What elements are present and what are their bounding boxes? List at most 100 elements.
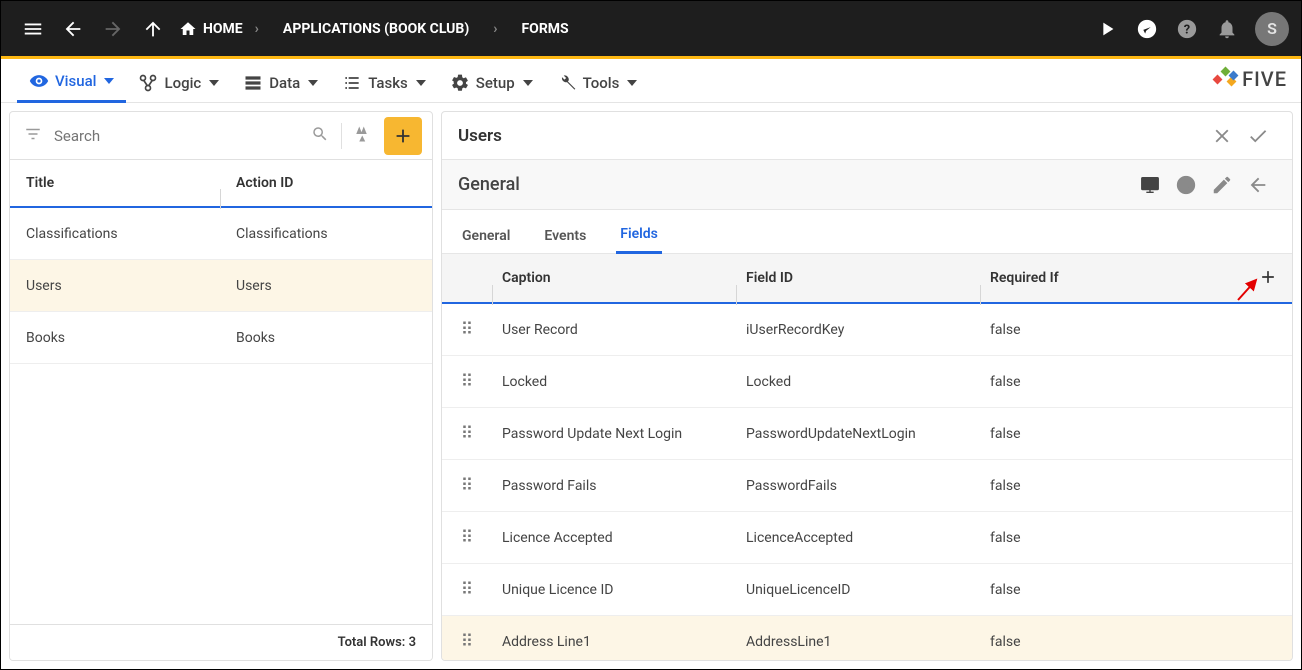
drag-handle-icon[interactable] [460, 424, 474, 444]
list-item[interactable]: UsersUsers [10, 260, 432, 312]
cell-required-if: false [980, 478, 1292, 494]
col-field-id[interactable]: Field ID [736, 270, 980, 286]
fields-body[interactable]: User RecordiUserRecordKeyfalseLockedLock… [442, 304, 1292, 660]
home-icon[interactable]: HOME [173, 20, 243, 38]
menubar: Visual Logic Data Tasks Setup Tools FIVE [1, 59, 1301, 103]
brand-text: FIVE [1242, 67, 1287, 91]
cell-caption: User Record [492, 322, 736, 338]
cell-caption: Password Fails [492, 478, 736, 494]
field-row[interactable]: Password FailsPasswordFailsfalse [442, 460, 1292, 512]
brand-logo [1214, 68, 1236, 90]
field-row[interactable]: Licence AcceptedLicenceAcceptedfalse [442, 512, 1292, 564]
menu-icon[interactable] [13, 9, 53, 49]
cell-field-id: AddressLine1 [736, 634, 980, 650]
cell-field-id: PasswordFails [736, 478, 980, 494]
cell-caption: Address Line1 [492, 634, 736, 650]
cell-field-id: PasswordUpdateNextLogin [736, 426, 980, 442]
breadcrumb-page[interactable]: FORMS [509, 21, 580, 37]
col-caption[interactable]: Caption [492, 270, 736, 286]
collapse-icon[interactable] [1240, 167, 1276, 203]
footer-count: 3 [409, 635, 416, 650]
menu-tasks-label: Tasks [368, 74, 408, 92]
field-row[interactable]: Address Line1AddressLine1false [442, 616, 1292, 660]
chevron-right-icon: › [243, 21, 271, 37]
field-row[interactable]: Password Update Next LoginPasswordUpdate… [442, 408, 1292, 460]
cell-required-if: false [980, 374, 1292, 390]
menu-tools-label: Tools [583, 74, 620, 92]
field-row[interactable]: User RecordiUserRecordKeyfalse [442, 304, 1292, 356]
run-icon[interactable] [1087, 9, 1127, 49]
menu-setup[interactable]: Setup [438, 63, 545, 102]
cell-caption: Licence Accepted [492, 530, 736, 546]
tab-general[interactable]: General [458, 218, 514, 253]
cell-required-if: false [980, 582, 1292, 598]
wizard-icon[interactable] [350, 121, 376, 151]
cell-field-id: iUserRecordKey [736, 322, 980, 338]
cell-field-id: UniqueLicenceID [736, 582, 980, 598]
history-icon[interactable] [1168, 167, 1204, 203]
list-item[interactable]: ClassificationsClassifications [10, 208, 432, 260]
menu-logic-label: Logic [164, 74, 201, 92]
menu-visual-label: Visual [55, 72, 96, 90]
menu-setup-label: Setup [476, 74, 515, 92]
back-icon[interactable] [53, 9, 93, 49]
form-detail-panel: Users General General Events Fields Capt… [441, 111, 1293, 661]
cell-caption: Password Update Next Login [492, 426, 736, 442]
col-required-if[interactable]: Required If [980, 270, 1292, 286]
drag-handle-icon[interactable] [460, 320, 474, 340]
help-icon[interactable]: ? [1167, 9, 1207, 49]
add-field-button[interactable] [1258, 267, 1278, 291]
forms-list-panel: Title Action ID ClassificationsClassific… [9, 111, 433, 661]
field-row[interactable]: Unique Licence IDUniqueLicenceIDfalse [442, 564, 1292, 616]
cell-action-id: Books [220, 330, 432, 346]
col-title[interactable]: Title [10, 175, 220, 191]
tab-events[interactable]: Events [540, 218, 590, 253]
cell-required-if: false [980, 634, 1292, 650]
cell-required-if: false [980, 426, 1292, 442]
menu-tasks[interactable]: Tasks [330, 63, 438, 102]
tab-fields[interactable]: Fields [616, 216, 662, 254]
drag-handle-icon[interactable] [460, 476, 474, 496]
save-icon[interactable] [1240, 118, 1276, 154]
bell-icon[interactable] [1207, 9, 1247, 49]
cell-required-if: false [980, 530, 1292, 546]
avatar-initial: S [1267, 19, 1277, 38]
menu-logic[interactable]: Logic [126, 63, 231, 102]
breadcrumb-home[interactable]: HOME [203, 21, 243, 37]
close-icon[interactable] [1204, 118, 1240, 154]
col-action-id[interactable]: Action ID [220, 175, 432, 191]
cell-action-id: Classifications [220, 226, 432, 242]
preview-icon[interactable] [1132, 167, 1168, 203]
menu-data[interactable]: Data [231, 63, 330, 102]
cell-title: Users [10, 278, 220, 294]
add-button[interactable] [384, 117, 422, 155]
detail-title: Users [458, 126, 1204, 146]
cell-field-id: LicenceAccepted [736, 530, 980, 546]
drag-handle-icon[interactable] [460, 528, 474, 548]
search-icon[interactable] [307, 121, 333, 151]
edit-icon[interactable] [1204, 167, 1240, 203]
avatar[interactable]: S [1255, 12, 1289, 46]
filter-icon[interactable] [20, 121, 46, 151]
topbar: HOME › APPLICATIONS (BOOK CLUB) › FORMS … [1, 1, 1301, 56]
cell-caption: Unique Licence ID [492, 582, 736, 598]
chevron-right-icon: › [481, 21, 509, 37]
cell-caption: Locked [492, 374, 736, 390]
up-icon[interactable] [133, 9, 173, 49]
breadcrumb-app[interactable]: APPLICATIONS (BOOK CLUB) [271, 21, 481, 37]
chat-icon[interactable] [1127, 9, 1167, 49]
list-header: Title Action ID [10, 160, 432, 208]
svg-text:?: ? [1184, 22, 1190, 37]
list-item[interactable]: BooksBooks [10, 312, 432, 364]
field-row[interactable]: LockedLockedfalse [442, 356, 1292, 408]
cell-title: Books [10, 330, 220, 346]
search-input[interactable] [54, 127, 299, 145]
cell-title: Classifications [10, 226, 220, 242]
drag-handle-icon[interactable] [460, 372, 474, 392]
forward-icon [93, 9, 133, 49]
drag-handle-icon[interactable] [460, 632, 474, 652]
footer-label: Total Rows: [338, 635, 406, 650]
menu-tools[interactable]: Tools [545, 63, 650, 102]
drag-handle-icon[interactable] [460, 580, 474, 600]
menu-visual[interactable]: Visual [17, 61, 126, 103]
